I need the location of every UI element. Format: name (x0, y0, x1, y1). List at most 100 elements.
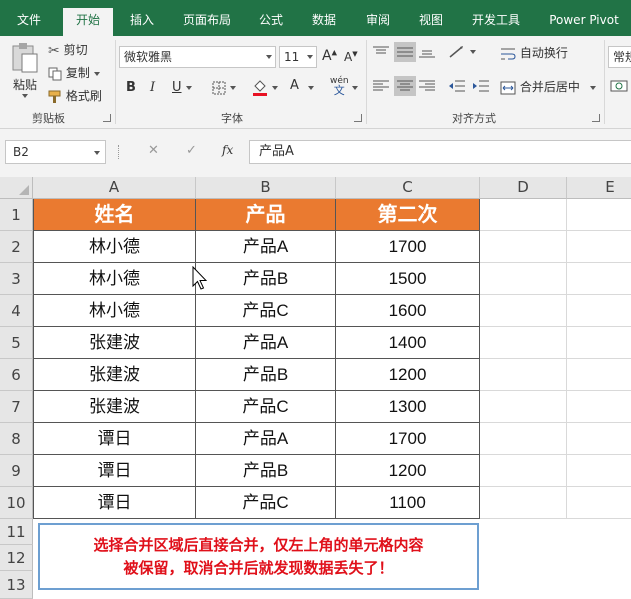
table-cell[interactable]: 产品B (196, 359, 336, 391)
alignment-dialog-launcher[interactable] (592, 114, 600, 122)
cut-button[interactable]: ✂ 剪切 (48, 41, 88, 59)
annotation-textbox[interactable]: 选择合并区域后直接合并，仅左上角的单元格内容 被保留，取消合并后就发现数据丢失了… (38, 523, 479, 590)
number-format-combo[interactable]: 常规 (608, 46, 631, 68)
underline-dropdown-arrow[interactable] (186, 86, 192, 90)
table-cell[interactable]: 1700 (336, 423, 480, 455)
tab-power-pivot[interactable]: Power Pivot (542, 9, 626, 36)
align-center-button[interactable] (394, 76, 416, 96)
table-cell[interactable]: 1200 (336, 359, 480, 391)
align-middle-button[interactable] (394, 42, 416, 62)
table-cell[interactable]: 产品A (196, 231, 336, 263)
shrink-font-button[interactable]: A▼ (344, 50, 358, 64)
table-cell[interactable]: 林小德 (33, 295, 196, 327)
table-cell[interactable]: 张建波 (33, 391, 196, 423)
cancel-icon[interactable]: ✕ (148, 143, 159, 158)
tab-file[interactable]: 文件 (6, 9, 52, 36)
decrease-indent-button[interactable] (448, 78, 466, 93)
row-header-1[interactable]: 1 (0, 199, 33, 231)
header-cell-name[interactable]: 姓名 (33, 199, 196, 231)
copy-button[interactable]: 复制 (48, 64, 100, 81)
header-cell-second[interactable]: 第二次 (336, 199, 480, 231)
table-cell[interactable]: 谭日 (33, 423, 196, 455)
table-cell[interactable]: 产品C (196, 487, 336, 519)
chevron-down-icon[interactable] (589, 85, 596, 90)
tab-home[interactable]: 开始 (63, 8, 113, 36)
phonetic-dropdown-arrow[interactable] (352, 86, 358, 90)
formula-input[interactable]: 产品A (249, 140, 631, 164)
row-header-12[interactable]: 12 (0, 545, 33, 571)
orientation-button[interactable] (448, 44, 476, 59)
phonetic-guide-button[interactable]: wén 文 (330, 76, 349, 96)
name-box[interactable]: B2 (5, 140, 106, 164)
tab-formulas[interactable]: 公式 (252, 9, 290, 36)
column-header-e[interactable]: E (567, 177, 631, 199)
table-cell[interactable]: 1100 (336, 487, 480, 519)
table-cell[interactable]: 1200 (336, 455, 480, 487)
row-header-2[interactable]: 2 (0, 231, 33, 263)
row-header-11[interactable]: 11 (0, 519, 33, 545)
table-cell[interactable]: 产品C (196, 391, 336, 423)
row-header-8[interactable]: 8 (0, 423, 33, 455)
column-header-c[interactable]: C (336, 177, 480, 199)
chevron-down-icon[interactable] (94, 151, 100, 155)
align-right-button[interactable] (418, 78, 436, 93)
table-cell[interactable]: 1400 (336, 327, 480, 359)
font-dialog-launcher[interactable] (354, 114, 362, 122)
row-header-6[interactable]: 6 (0, 359, 33, 391)
borders-dropdown-arrow[interactable] (230, 86, 236, 90)
column-header-d[interactable]: D (480, 177, 567, 199)
tab-view[interactable]: 视图 (412, 9, 450, 36)
align-top-button[interactable] (372, 44, 390, 59)
clipboard-dialog-launcher[interactable] (103, 114, 111, 122)
font-color-button[interactable]: A (290, 78, 299, 93)
table-cell[interactable]: 产品A (196, 423, 336, 455)
column-header-a[interactable]: A (33, 177, 196, 199)
table-cell[interactable]: 产品A (196, 327, 336, 359)
paste-dropdown-arrow[interactable] (22, 94, 28, 98)
tab-data[interactable]: 数据 (304, 9, 344, 36)
enter-icon[interactable]: ✓ (186, 143, 197, 158)
underline-button[interactable]: U (172, 80, 182, 95)
table-cell[interactable]: 1600 (336, 295, 480, 327)
table-cell[interactable]: 林小德 (33, 231, 196, 263)
table-cell[interactable]: 产品B (196, 455, 336, 487)
table-cell[interactable]: 谭日 (33, 487, 196, 519)
fill-color-button[interactable] (252, 78, 268, 96)
align-bottom-button[interactable] (418, 44, 436, 59)
format-painter-button[interactable]: 格式刷 (48, 87, 102, 104)
merge-center-button[interactable]: 合并后居中 (500, 78, 596, 95)
table-cell[interactable]: 1500 (336, 263, 480, 295)
font-color-dropdown-arrow[interactable] (308, 86, 314, 90)
fill-color-dropdown-arrow[interactable] (272, 86, 278, 90)
tab-developer[interactable]: 开发工具 (464, 9, 528, 36)
row-header-9[interactable]: 9 (0, 455, 33, 487)
align-left-button[interactable] (372, 78, 390, 93)
accounting-format-button[interactable] (610, 78, 628, 94)
table-cell[interactable]: 张建波 (33, 327, 196, 359)
tab-insert[interactable]: 插入 (122, 9, 162, 36)
borders-button[interactable] (212, 80, 226, 95)
row-header-10[interactable]: 10 (0, 487, 33, 519)
row-header-4[interactable]: 4 (0, 295, 33, 327)
table-cell[interactable]: 张建波 (33, 359, 196, 391)
paste-button[interactable]: 粘贴 (8, 42, 42, 102)
table-cell[interactable]: 1300 (336, 391, 480, 423)
table-cell[interactable]: 1700 (336, 231, 480, 263)
font-size-combo[interactable]: 11 (279, 46, 317, 68)
row-header-7[interactable]: 7 (0, 391, 33, 423)
table-cell[interactable]: 产品C (196, 295, 336, 327)
bold-button[interactable]: B (126, 80, 136, 95)
header-cell-product[interactable]: 产品 (196, 199, 336, 231)
tab-page-layout[interactable]: 页面布局 (176, 9, 238, 36)
row-header-13[interactable]: 13 (0, 571, 33, 599)
copy-dropdown-arrow[interactable] (93, 71, 100, 76)
table-cell[interactable]: 林小德 (33, 263, 196, 295)
wrap-text-button[interactable]: 自动换行 (500, 44, 568, 61)
italic-button[interactable]: I (150, 80, 155, 95)
row-header-5[interactable]: 5 (0, 327, 33, 359)
grow-font-button[interactable]: A▲ (322, 48, 337, 64)
row-header-3[interactable]: 3 (0, 263, 33, 295)
tab-review[interactable]: 审阅 (358, 9, 398, 36)
font-name-combo[interactable]: 微软雅黑 (119, 46, 276, 68)
increase-indent-button[interactable] (472, 78, 490, 93)
